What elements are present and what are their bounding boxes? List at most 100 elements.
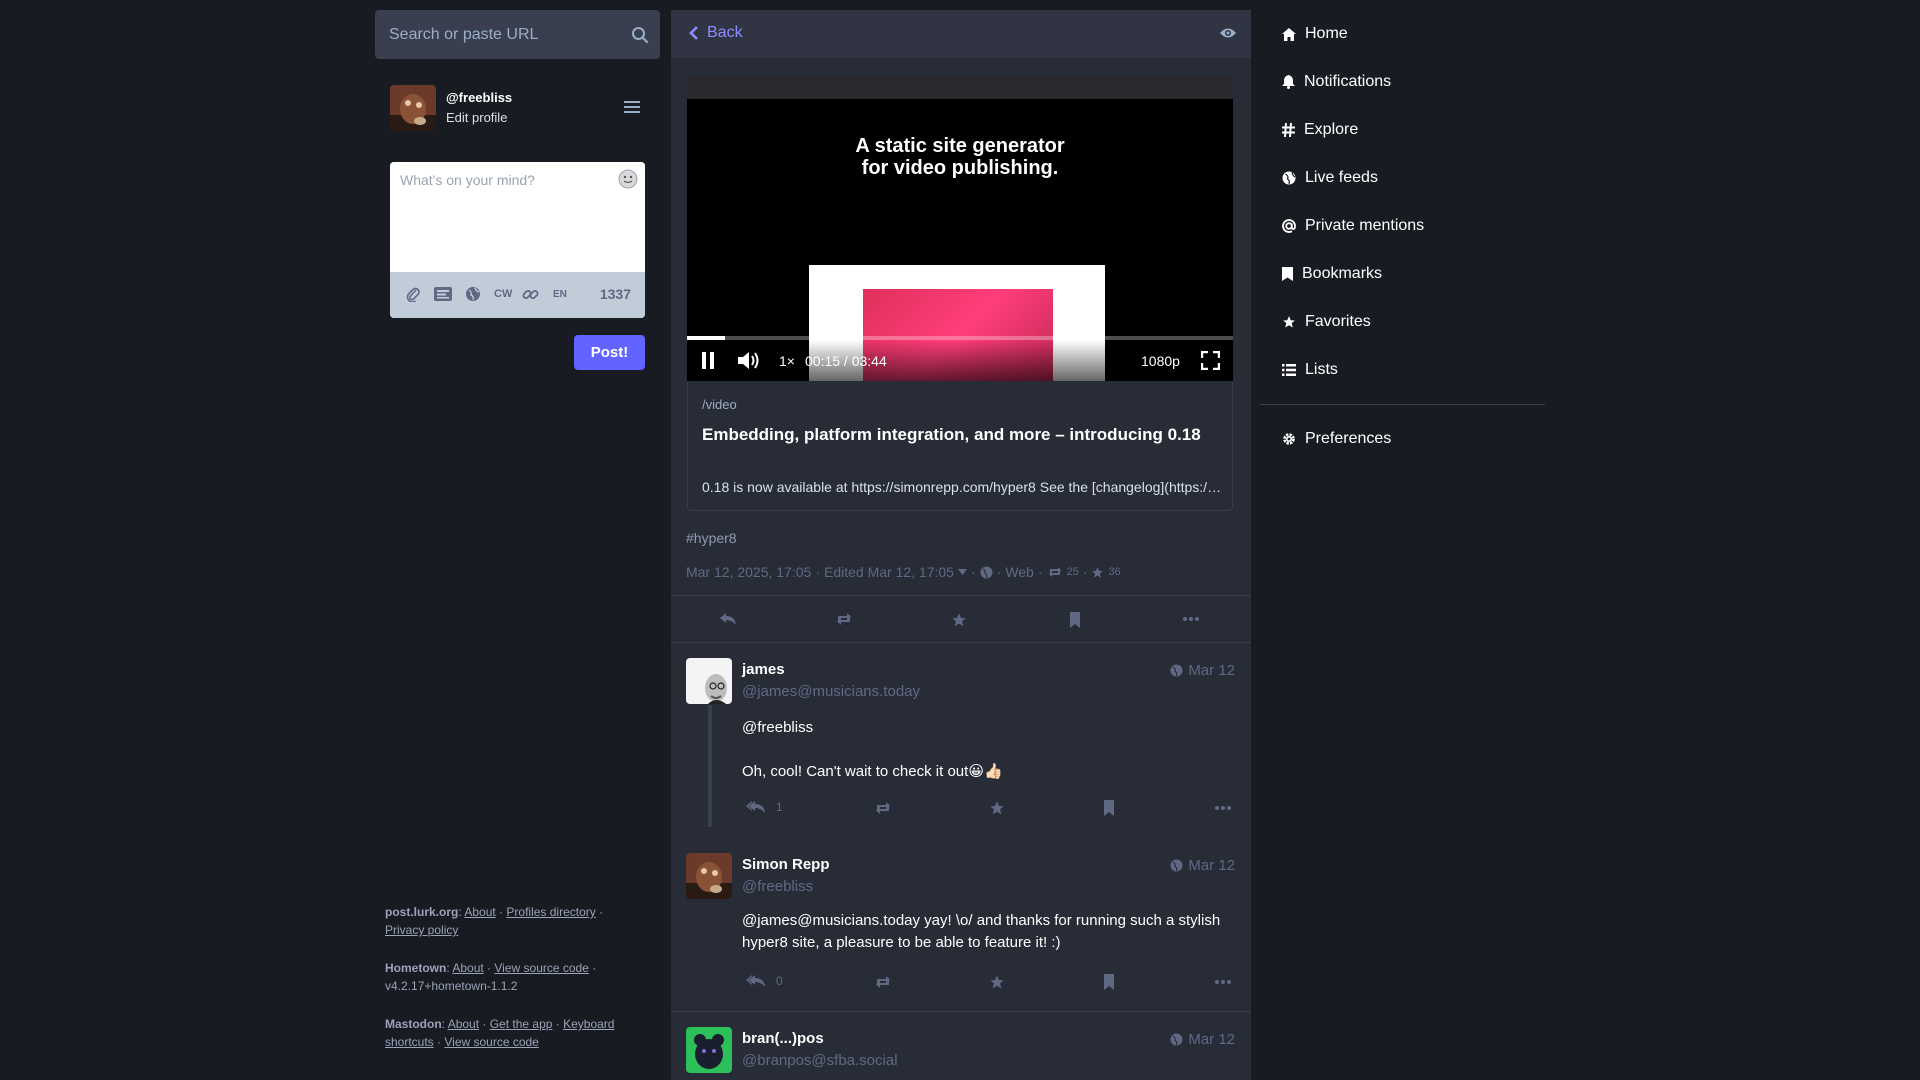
- nav-item-explore[interactable]: Explore: [1260, 106, 1545, 154]
- boost-icon[interactable]: [873, 801, 893, 815]
- nav-item-private-mentions[interactable]: Private mentions: [1260, 202, 1545, 250]
- nav-item-bookmarks[interactable]: Bookmarks: [1260, 250, 1545, 298]
- hamburger-menu-icon[interactable]: [624, 100, 640, 114]
- video-frame-title-line1: A static site generator: [855, 135, 1065, 157]
- volume-icon[interactable]: [737, 351, 761, 370]
- footer-about-link[interactable]: About: [464, 905, 495, 919]
- status-app[interactable]: Web: [1005, 564, 1034, 580]
- gear-icon: [1283, 433, 1295, 445]
- nav-item-label: Lists: [1305, 361, 1338, 378]
- favourite-count[interactable]: 36: [1108, 566, 1120, 578]
- video-time: 00:15 / 03:44: [805, 353, 887, 369]
- caret-down-icon[interactable]: [957, 569, 967, 575]
- back-button[interactable]: Back: [689, 24, 743, 42]
- reply-author-acct[interactable]: @freebliss: [742, 878, 813, 895]
- bell-icon: [1282, 75, 1295, 89]
- reply-all-icon: [746, 975, 765, 987]
- footer-privacy-link[interactable]: Privacy policy: [385, 923, 458, 937]
- profile-handle[interactable]: @freebliss: [446, 90, 512, 105]
- compose-textarea[interactable]: [390, 162, 645, 272]
- search-input[interactable]: [389, 10, 619, 59]
- status-date[interactable]: Mar 12, 2025, 17:05: [686, 564, 811, 580]
- reply-author-acct[interactable]: @branpos@sfba.social: [742, 1052, 898, 1069]
- footer-mastodon-about-link[interactable]: About: [448, 1017, 479, 1031]
- avatar[interactable]: [390, 85, 436, 131]
- favourite-icon[interactable]: [951, 612, 967, 628]
- nav-item-home[interactable]: Home: [1260, 10, 1545, 58]
- nav-divider: [1260, 404, 1545, 405]
- globe-visibility-icon[interactable]: [465, 286, 481, 302]
- footer-mastodon-source-link[interactable]: View source code: [444, 1035, 539, 1049]
- more-icon[interactable]: [1215, 980, 1231, 984]
- globe-icon: [1170, 1033, 1183, 1046]
- bookmark-icon[interactable]: [1103, 800, 1115, 816]
- reply-date[interactable]: Mar 12: [1170, 662, 1235, 679]
- pause-icon[interactable]: [701, 352, 715, 369]
- boost-count-icon: [1047, 566, 1063, 578]
- favourite-icon[interactable]: [989, 974, 1005, 990]
- nav-item-label: Private mentions: [1305, 217, 1425, 234]
- edited-dropdown[interactable]: Edited Mar 12, 17:05: [824, 564, 954, 580]
- paperclip-icon[interactable]: [406, 286, 420, 302]
- reply-status: Simon Repp @freebliss Mar 12 @james@musi…: [671, 838, 1251, 1011]
- nav-item-live-feeds[interactable]: Live feeds: [1260, 154, 1545, 202]
- video-player[interactable]: A static site generator for video publis…: [687, 75, 1233, 381]
- playback-speed[interactable]: 1×: [779, 353, 795, 369]
- eye-icon[interactable]: [1219, 27, 1237, 39]
- boost-icon[interactable]: [873, 975, 893, 989]
- edit-profile-link[interactable]: Edit profile: [446, 110, 507, 125]
- search-box[interactable]: [375, 10, 660, 59]
- avatar[interactable]: [686, 658, 732, 704]
- footer-hometown-about-link[interactable]: About: [452, 961, 483, 975]
- globe-icon: [1170, 664, 1183, 677]
- reply-text-body: Oh, cool! Can't wait to check it out: [742, 763, 969, 780]
- avatar[interactable]: [686, 1027, 732, 1073]
- globe-icon: [980, 566, 993, 579]
- video-quality[interactable]: 1080p: [1141, 353, 1180, 369]
- footer-profiles-link[interactable]: Profiles directory: [506, 905, 595, 919]
- footer-get-app-link[interactable]: Get the app: [490, 1017, 553, 1031]
- link-preview-card[interactable]: /video Embedding, platform integration, …: [687, 381, 1233, 511]
- reply-author-name[interactable]: bran(...)pos: [742, 1030, 824, 1047]
- reply-icon[interactable]: [719, 612, 737, 626]
- list-icon: [1282, 364, 1296, 376]
- reply-author-name[interactable]: james: [742, 661, 785, 678]
- boost-count[interactable]: 25: [1067, 566, 1079, 578]
- more-icon[interactable]: [1183, 617, 1199, 621]
- at-icon: [1282, 219, 1296, 233]
- reply-date[interactable]: Mar 12: [1170, 1031, 1235, 1048]
- poll-icon[interactable]: [434, 287, 452, 301]
- reply-text: Oh, cool! Can't wait to check it out😀👍🏻: [742, 761, 1242, 783]
- bookmark-icon[interactable]: [1069, 612, 1081, 628]
- link-icon[interactable]: [522, 286, 539, 303]
- video-controls: 1× 00:15 / 03:44 1080p: [687, 340, 1233, 381]
- boost-icon[interactable]: [834, 612, 854, 626]
- reply-author-name[interactable]: Simon Repp: [742, 856, 830, 873]
- fullscreen-icon[interactable]: [1201, 351, 1220, 370]
- reply-button[interactable]: 0: [746, 974, 783, 988]
- nav-item-preferences[interactable]: Preferences: [1260, 415, 1545, 463]
- emoji-picker-icon[interactable]: [617, 168, 639, 190]
- footer-site: post.lurk.org: About · Profiles director…: [385, 905, 604, 937]
- content-warning-button[interactable]: CW: [494, 288, 512, 300]
- avatar[interactable]: [686, 853, 732, 899]
- search-icon[interactable]: [631, 26, 649, 44]
- favourite-icon[interactable]: [989, 800, 1005, 816]
- reply-author-acct[interactable]: @james@musicians.today: [742, 683, 920, 700]
- bookmark-icon[interactable]: [1103, 974, 1115, 990]
- reply-button[interactable]: 1: [746, 800, 783, 814]
- language-button[interactable]: EN: [553, 289, 567, 300]
- nav-item-notifications[interactable]: Notifications: [1260, 58, 1545, 106]
- nav-item-favorites[interactable]: Favorites: [1260, 298, 1545, 346]
- more-icon[interactable]: [1215, 806, 1231, 810]
- hashtag-link[interactable]: #hyper8: [686, 530, 737, 546]
- nav-item-lists[interactable]: Lists: [1260, 346, 1545, 394]
- mention-link[interactable]: @freebliss: [742, 717, 1242, 739]
- footer-hometown-source-link[interactable]: View source code: [494, 961, 589, 975]
- post-button[interactable]: Post!: [574, 335, 645, 370]
- compose-profile: @freebliss Edit profile: [390, 85, 660, 135]
- reply-count: 0: [776, 974, 783, 988]
- reply-date-label: Mar 12: [1188, 857, 1235, 874]
- reply-date[interactable]: Mar 12: [1170, 857, 1235, 874]
- nav-item-label: Favorites: [1305, 313, 1371, 330]
